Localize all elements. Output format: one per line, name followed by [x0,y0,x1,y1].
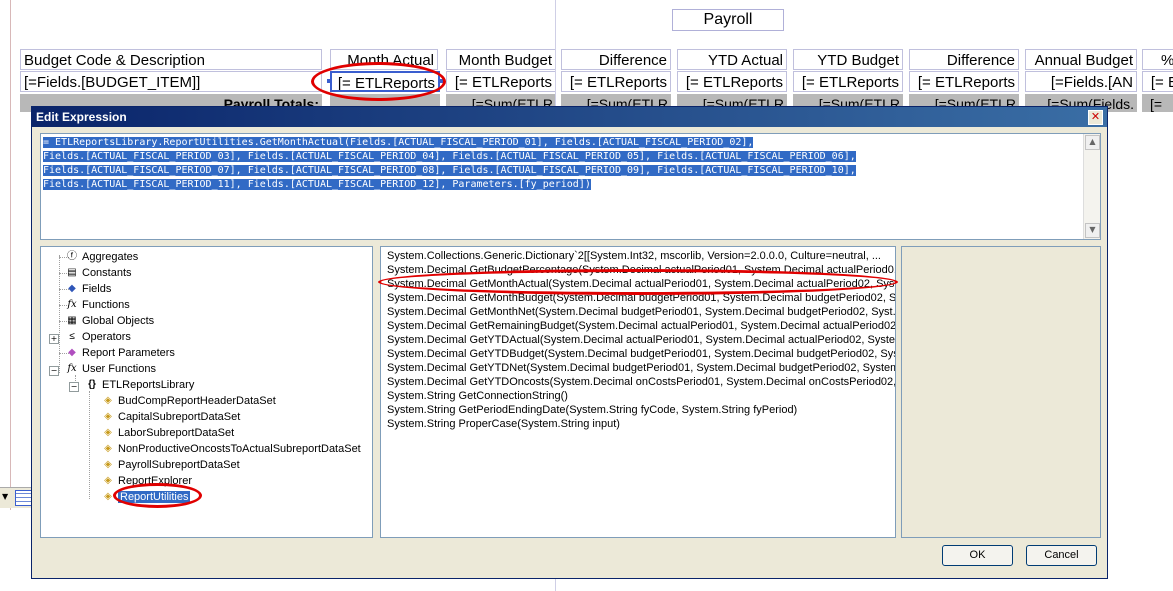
tree-item-fields[interactable]: ◆ Fields [65,282,111,296]
detail-cell-budget-item[interactable]: [=Fields.[BUDGET_ITEM]] [20,71,322,92]
constants-icon: ▤ [67,267,77,279]
dialog-title: Edit Expression [36,110,127,124]
class-icon: ◈ [104,491,112,503]
tree-item-class[interactable]: ◈ PayrollSubreportDataSet [101,458,240,472]
column-header-budget-code[interactable]: Budget Code & Description [20,49,322,70]
column-header-ytd-actual[interactable]: YTD Actual [677,49,787,70]
function-item[interactable]: System.Decimal GetRemainingBudget(System… [387,319,895,333]
class-icon: ◈ [104,427,112,439]
function-item[interactable]: System.String GetConnectionString() [387,389,568,403]
collapse-library-icon[interactable]: − [69,382,79,392]
tree-item-class[interactable]: ◈ ReportExplorer [101,474,192,488]
tree-item-class[interactable]: ◈ BudCompReportHeaderDataSet [101,394,276,408]
user-functions-icon: fx [67,363,77,375]
class-icon: ◈ [104,411,112,423]
function-item[interactable]: System.Collections.Generic.Dictionary`2[… [387,249,881,263]
selection-handle[interactable] [327,79,331,83]
close-icon[interactable]: ✕ [1088,110,1103,125]
tree-item-class[interactable]: ◈ CapitalSubreportDataSet [101,410,240,424]
category-tree[interactable]: ⓕ Aggregates ▤ Constants ◆ Fields fx Functio… [40,246,373,538]
cancel-button[interactable]: Cancel [1026,545,1097,566]
function-item[interactable]: System.Decimal GetMonthBudget(System.Dec… [387,291,895,305]
expression-line[interactable]: = ETLReportsLibrary.ReportUtilities.GetM… [43,137,754,148]
tree-item-aggregates[interactable]: ⓕ Aggregates [65,250,138,264]
ok-button[interactable]: OK [942,545,1013,566]
operators-icon: ≤ [69,331,75,343]
detail-cell-ytd-budget[interactable]: [= ETLReports [793,71,903,92]
function-item[interactable]: System.String ProperCase(System.String i… [387,417,620,431]
tree-item-user-functions[interactable]: fx User Functions [65,362,156,376]
expression-line[interactable]: Fields.[ACTUAL_FISCAL_PERIOD_11], Fields… [43,179,591,190]
column-header-month-actual[interactable]: Month Actual [330,49,438,70]
tree-item-global-objects[interactable]: ▦ Global Objects [65,314,154,328]
expression-scrollbar[interactable]: ▲ ▼ [1083,134,1100,239]
tree-item-library[interactable]: {} ETLReportsLibrary [85,378,194,392]
function-item[interactable]: System.String GetPeriodEndingDate(System… [387,403,797,417]
class-icon: ◈ [104,459,112,471]
selection-handle[interactable] [440,79,444,83]
column-header-month-budget[interactable]: Month Budget [446,49,556,70]
tree-item-class[interactable]: ◈ LaborSubreportDataSet [101,426,234,440]
expression-editor[interactable]: = ETLReportsLibrary.ReportUtilities.GetM… [40,133,1101,240]
function-item[interactable]: System.Decimal GetBudgetPercentage(Syste… [387,263,895,277]
function-item[interactable]: System.Decimal GetMonthNet(System.Decima… [387,305,895,319]
column-header-ytd-difference[interactable]: Difference [909,49,1019,70]
detail-cell-month-actual[interactable]: [= ETLReports [330,71,440,92]
fields-icon: ◆ [68,283,76,295]
description-panel [901,246,1101,538]
expand-operators-icon[interactable]: + [49,334,59,344]
left-margin-line [10,0,11,510]
collapse-user-functions-icon[interactable]: − [49,366,59,376]
tree-item-report-utilities[interactable]: ◈ ReportUtilities [101,490,191,504]
detail-cell-month-budget[interactable]: [= ETLReports [446,71,556,92]
detail-cell-percent[interactable]: [= E [1142,71,1173,92]
column-header-annual-budget[interactable]: Annual Budget [1025,49,1137,70]
class-icon: ◈ [104,443,112,455]
scroll-up-icon[interactable]: ▲ [1085,135,1100,150]
detail-cell-annual-budget[interactable]: [=Fields.[AN [1025,71,1137,92]
report-parameters-icon: ◆ [68,347,76,359]
totals-cell[interactable]: [= [1142,94,1173,112]
scroll-down-icon[interactable]: ▼ [1085,223,1100,238]
function-item[interactable]: System.Decimal GetYTDOncosts(System.Deci… [387,375,895,389]
detail-cell-difference[interactable]: [= ETLReports [561,71,671,92]
tree-item-class[interactable]: ◈ NonProductiveOncostsToActualSubreportDa… [101,442,361,456]
report-title[interactable]: Payroll [672,9,784,31]
expression-line[interactable]: Fields.[ACTUAL_FISCAL_PERIOD_07], Fields… [43,165,856,176]
column-header-difference[interactable]: Difference [561,49,671,70]
tree-item-report-parameters[interactable]: ◆ Report Parameters [65,346,175,360]
column-header-percent[interactable]: % [1142,49,1173,70]
namespace-icon: {} [88,379,96,391]
function-item[interactable]: System.Decimal GetYTDNet(System.Decimal … [387,361,895,375]
function-list[interactable]: System.Collections.Generic.Dictionary`2[… [380,246,896,538]
aggregates-icon: ⓕ [67,251,77,263]
tree-item-constants[interactable]: ▤ Constants [65,266,131,280]
column-header-ytd-budget[interactable]: YTD Budget [793,49,903,70]
global-objects-icon: ▦ [67,315,77,327]
edit-expression-dialog: Edit Expression ✕ = ETLReportsLibrary.Re… [31,106,1108,579]
expression-line[interactable]: Fields.[ACTUAL_FISCAL_PERIOD_03], Fields… [43,151,856,162]
detail-cell-ytd-difference[interactable]: [= ETLReports [909,71,1019,92]
function-item[interactable]: System.Decimal GetYTDActual(System.Decim… [387,333,895,347]
functions-icon: fx [67,299,77,311]
function-item-get-month-actual[interactable]: System.Decimal GetMonthActual(System.Dec… [387,277,895,291]
tree-item-operators[interactable]: ≤ Operators [65,330,131,344]
detail-cell-ytd-actual[interactable]: [= ETLReports [677,71,787,92]
dialog-titlebar[interactable]: Edit Expression [32,107,1107,127]
class-icon: ◈ [104,475,112,487]
function-item[interactable]: System.Decimal GetYTDBudget(System.Decim… [387,347,895,361]
dropdown-arrow-icon[interactable]: ▼ [2,492,8,501]
tree-item-functions[interactable]: fx Functions [65,298,129,312]
class-icon: ◈ [104,395,112,407]
